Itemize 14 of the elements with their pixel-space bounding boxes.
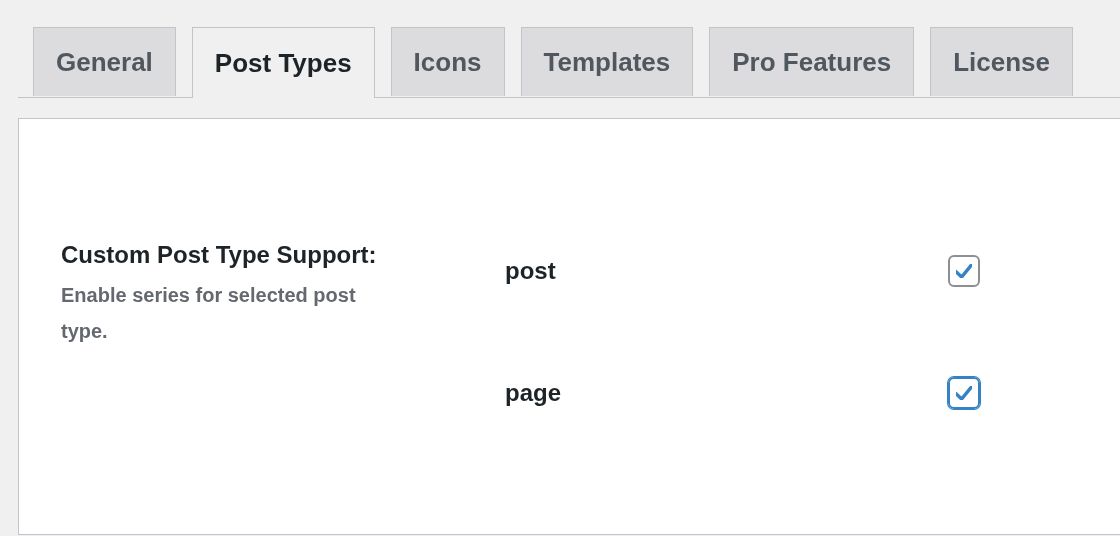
tab[interactable]: License <box>930 27 1073 96</box>
tab[interactable]: General <box>33 27 176 96</box>
checkbox[interactable] <box>948 377 980 409</box>
tab[interactable]: Icons <box>390 27 505 96</box>
tab[interactable]: Pro Features <box>709 27 915 96</box>
check-icon <box>956 386 972 400</box>
setting-label: Custom Post Type Support: <box>61 241 378 269</box>
setting-description: Enable series for selected post type. <box>61 283 357 344</box>
option-label: page <box>505 378 562 407</box>
checkbox[interactable] <box>948 255 980 287</box>
tab[interactable]: Post Types <box>191 27 375 98</box>
tab[interactable]: Templates <box>520 27 694 96</box>
option-label: post <box>505 256 557 285</box>
check-icon <box>956 264 972 278</box>
